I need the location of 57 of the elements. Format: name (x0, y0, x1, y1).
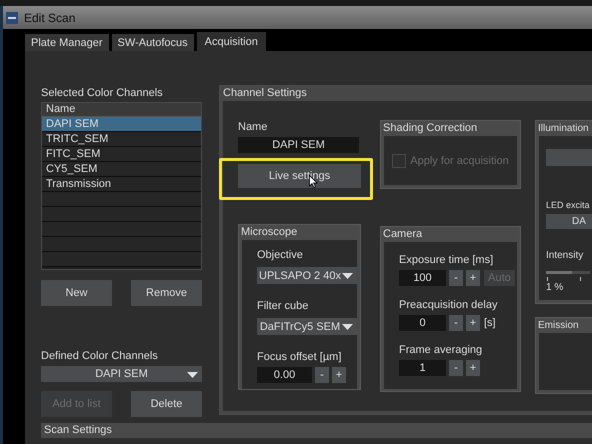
decrement-button[interactable]: - (449, 360, 463, 376)
name-field[interactable]: DAPI SEM (238, 137, 359, 153)
tab[interactable]: Plate Manager (25, 34, 109, 51)
group-title: Illumination (536, 121, 592, 136)
led-dropdown[interactable]: DA (546, 214, 592, 229)
caret-icon (187, 372, 198, 378)
caret-icon (342, 273, 353, 279)
increment-button[interactable]: + (466, 315, 480, 331)
new-button[interactable]: New (41, 280, 112, 306)
increment-button[interactable]: + (466, 270, 480, 286)
tab[interactable]: SW-Autofocus (112, 34, 194, 51)
tab[interactable]: Acquisition (196, 32, 266, 51)
list-item[interactable]: DAPI SEM (42, 117, 201, 132)
list-item[interactable]: TRITC_SEM (42, 132, 201, 147)
group-title: Channel Settings (220, 86, 592, 101)
group-title: Emission (536, 318, 592, 333)
field-label: Name (238, 121, 268, 134)
list-item[interactable]: FITC_SEM (42, 147, 201, 162)
group-title: Shading Correction (381, 121, 520, 136)
decrement-button[interactable]: - (315, 367, 329, 383)
field-label: Filter cube (257, 300, 310, 313)
dropdown[interactable]: UPLSAPO 2 40x (257, 267, 357, 284)
checkbox-label: Apply for acquisition (410, 154, 509, 166)
remove-button[interactable]: Remove (131, 280, 202, 306)
unit-label: [s] (484, 317, 496, 329)
intensity-slider[interactable] (546, 271, 590, 274)
delete-button[interactable]: Delete (131, 391, 202, 417)
channel-dropdown[interactable]: DAPI SEM (41, 366, 202, 382)
caret-icon (342, 324, 353, 330)
window-title: Edit Scan (24, 10, 76, 24)
field-label: Objective (257, 249, 304, 262)
field-label: Focus offset [µm] (257, 351, 342, 364)
field-label: Exposure time [ms] (399, 254, 494, 267)
slider-min-label: 1 % (546, 282, 564, 294)
group-title: Microscope (239, 225, 360, 240)
section-label: Selected Color Channels (41, 87, 164, 100)
number-field[interactable]: 0 (399, 315, 446, 331)
app-icon (6, 12, 18, 24)
number-field[interactable]: 100 (399, 270, 446, 286)
increment-button[interactable]: + (332, 367, 346, 383)
increment-button[interactable]: + (466, 360, 480, 376)
scan-settings-bar: Scan Settings (41, 423, 592, 438)
field-label: Intensity (546, 249, 584, 262)
field-label: Frame averaging (399, 344, 484, 357)
group-title: Camera (381, 227, 520, 242)
list-item[interactable]: CY5_SEM (42, 162, 201, 177)
decrement-button[interactable]: - (449, 270, 463, 286)
dropdown[interactable]: DaFITrCy5 SEM (257, 318, 357, 335)
list-item[interactable]: Transmission (42, 177, 201, 192)
number-field[interactable]: 1 (399, 360, 446, 376)
number-field[interactable]: 0.00 (257, 367, 312, 383)
field-label: Preacquisition delay (399, 299, 498, 312)
section-label: Defined Color Channels (41, 350, 159, 363)
field-label: LED excita (546, 199, 591, 212)
column-header: Name (42, 103, 201, 117)
live-settings-button[interactable]: Live settings (238, 164, 361, 188)
decrement-button[interactable]: - (449, 315, 463, 331)
